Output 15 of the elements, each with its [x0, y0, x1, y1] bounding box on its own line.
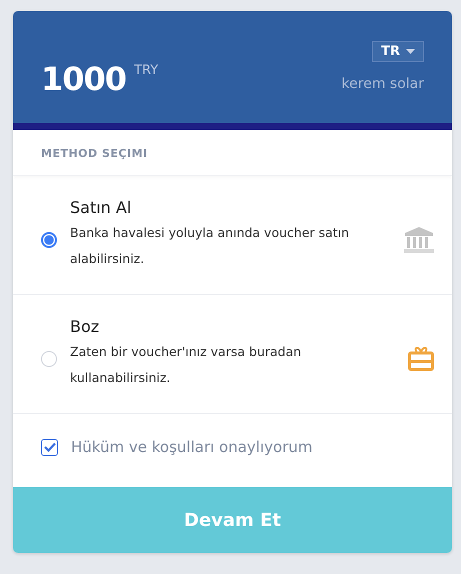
- caret-icon: [406, 49, 415, 54]
- bank-icon: [404, 227, 434, 253]
- method-title: Boz: [70, 317, 100, 336]
- language-dropdown[interactable]: TR: [372, 41, 424, 62]
- user-name: kerem solar: [342, 76, 424, 92]
- method-description: Zaten bir voucher'ınız varsa buradan kullanabilirsiniz.: [70, 343, 302, 387]
- section-title: METHOD SEÇIMI: [13, 130, 452, 176]
- currency: TRY: [134, 63, 158, 78]
- checkbox[interactable]: [41, 438, 58, 456]
- method-description: Banka havalesi yoluyla anında voucher satın alabilirsiniz.: [70, 224, 350, 268]
- method-title: Satın Al: [70, 198, 132, 217]
- amount: 1000: [41, 63, 126, 95]
- gift-icon: [408, 347, 434, 371]
- radio-button[interactable]: [41, 232, 57, 248]
- terms-label: Hüküm ve koşulları onaylıyorum: [71, 438, 312, 456]
